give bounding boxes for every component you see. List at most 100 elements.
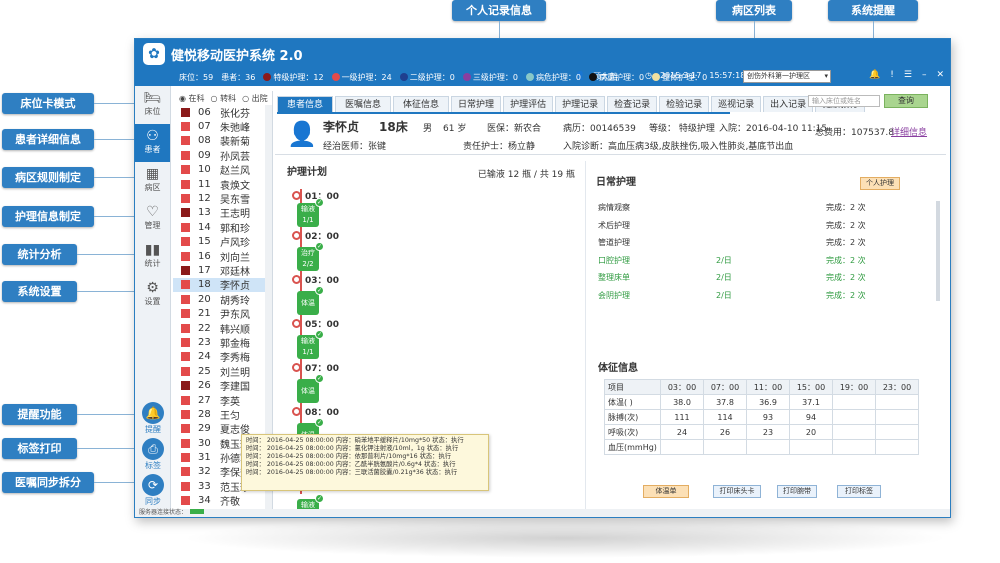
patient-row[interactable]: 24 李秀梅 bbox=[173, 350, 272, 364]
sidebar: 🛏 床位 ⚇ 患者 ▦ 病区 ♡ 管理 ▮▮ 统计 ⚙ 设置 🔔 提醒 ⎙ 标签 ⟳ 同步 bbox=[135, 86, 171, 509]
tab[interactable]: 患者信息 bbox=[277, 96, 334, 112]
patient-bed: 11 bbox=[198, 178, 211, 190]
patient-row[interactable]: 13 王志明 bbox=[173, 206, 272, 220]
level-label: 病危护理：0 bbox=[535, 72, 582, 82]
sidebar-label-print[interactable]: ⎙ 标签 bbox=[139, 438, 167, 471]
close-icon[interactable]: ✕ bbox=[936, 70, 944, 80]
sidebar-sync[interactable]: ⟳ 同步 bbox=[139, 474, 167, 507]
patient-name: 王志明 bbox=[220, 209, 250, 221]
care-cell: 完成：2 次 bbox=[826, 203, 866, 212]
care-row[interactable]: 口腔护理 2/日 完成：2 次 bbox=[598, 252, 888, 269]
sidebar-label: 提醒 bbox=[145, 425, 161, 434]
patient-row[interactable]: 09 孙凤芸 bbox=[173, 148, 272, 163]
care-cell: 术后护理 bbox=[598, 220, 630, 230]
task-card[interactable]: 体温✓ bbox=[297, 286, 324, 315]
patient-row[interactable]: 06 张化芬 bbox=[173, 105, 272, 120]
care-row[interactable]: 管道护理 完成：2 次 bbox=[598, 234, 888, 251]
tooltip-line: 时间： 2016-04-25 08:00:00 内容：三联活菌胶囊/0.21g*… bbox=[246, 469, 458, 476]
vitals-title: 体征信息 bbox=[598, 363, 638, 374]
care-level-stat: 特级护理：12 bbox=[263, 72, 324, 83]
radio-discharged[interactable]: ○ 出院 bbox=[242, 93, 268, 104]
patient-row[interactable]: 20 胡秀玲 bbox=[173, 292, 272, 307]
patient-name: 胡秀玲 bbox=[220, 295, 250, 307]
patient-row[interactable]: 15 卢风珍 bbox=[173, 235, 272, 249]
patient-row[interactable]: 21 尹东风 bbox=[173, 306, 272, 321]
tab[interactable]: 医嘱信息 bbox=[335, 96, 392, 112]
patients-count: 患者：36 bbox=[221, 72, 256, 82]
patient-bed: 16 bbox=[198, 250, 211, 262]
patient-row[interactable]: 22 韩兴顺 bbox=[173, 321, 272, 336]
table-cell: 114 bbox=[703, 409, 747, 425]
patient-bed: 24 bbox=[198, 351, 211, 363]
tab[interactable]: 出入记录 bbox=[763, 96, 814, 112]
sidebar-item-settings[interactable]: ⚙ 设置 bbox=[135, 276, 170, 314]
patient-row[interactable]: 27 李英 bbox=[173, 393, 272, 408]
check-icon: ✓ bbox=[315, 494, 324, 503]
callout-top: 个人记录信息 bbox=[452, 0, 546, 21]
tab[interactable]: 检验记录 bbox=[659, 96, 710, 112]
tab[interactable]: 巡视记录 bbox=[711, 96, 762, 112]
level-dot-icon bbox=[589, 72, 598, 81]
tab[interactable]: 体征信息 bbox=[393, 96, 450, 112]
tab-bar: 患者信息 医嘱信息 体征信息 日常护理 护理评估 护理记录 检查记录 检验记录 巡视记录 出入记录… bbox=[277, 94, 866, 114]
patient-row[interactable]: 17 邓廷林 bbox=[173, 263, 272, 278]
patient-row[interactable]: 28 王匀 bbox=[173, 407, 272, 422]
print-bed-card-button[interactable]: 打印床头卡 bbox=[713, 485, 761, 498]
patient-header: 👤 李怀贞 18床 男 61 岁 医保：新农合 病历：00146539 等级： … bbox=[275, 115, 946, 155]
temperature-chart-button[interactable]: 体温单 bbox=[643, 485, 689, 498]
patient-row[interactable]: 12 吴东雪 bbox=[173, 191, 272, 206]
sidebar-item-patients[interactable]: ⚇ 患者 bbox=[135, 124, 170, 162]
sidebar-item-manage[interactable]: ♡ 管理 bbox=[135, 200, 170, 238]
patient-row[interactable]: 11 袁焕文 bbox=[173, 177, 272, 192]
tab[interactable]: 检查记录 bbox=[607, 96, 658, 112]
patient-row[interactable]: 26 李建国 bbox=[173, 378, 272, 393]
table-row: 血压(mmHg) bbox=[604, 439, 919, 455]
patient-age: 61 岁 bbox=[443, 124, 467, 134]
patient-row[interactable]: 23 郭金梅 bbox=[173, 335, 272, 350]
table-row: 呼吸(次) 24 26 23 20 bbox=[604, 424, 919, 440]
connection-indicator bbox=[190, 509, 205, 514]
care-row[interactable]: 整理床单 2/日 完成：2 次 bbox=[598, 269, 888, 286]
care-row[interactable]: 术后护理 完成：2 次 bbox=[598, 217, 888, 234]
patient-row[interactable]: 18 李怀贞 bbox=[173, 277, 272, 292]
task-card[interactable]: 体温✓ bbox=[297, 374, 324, 403]
radio-transfer[interactable]: ○ 转科 bbox=[211, 93, 237, 104]
patient-row[interactable]: 10 赵兰风 bbox=[173, 163, 272, 177]
task-card[interactable]: 输液1/1✓ bbox=[297, 198, 324, 227]
search-button[interactable]: 查询 bbox=[884, 94, 928, 108]
tab[interactable]: 日常护理 bbox=[451, 96, 502, 112]
patient-bed: 28 bbox=[198, 408, 211, 420]
print-wristband-button[interactable]: 打印腕带 bbox=[777, 485, 817, 498]
care-row[interactable]: 病情观察 完成：2 次 bbox=[598, 199, 888, 216]
patient-row[interactable]: 34 齐敬 bbox=[173, 494, 272, 508]
search-input[interactable]: 输入床位或姓名 bbox=[808, 95, 880, 107]
sidebar-item-stats[interactable]: ▮▮ 统计 bbox=[135, 238, 170, 276]
table-cell bbox=[789, 439, 833, 455]
bell-icon[interactable]: 🔔 bbox=[869, 70, 880, 80]
care-row[interactable]: 会阴护理 2/日 完成：2 次 bbox=[598, 287, 888, 304]
tab[interactable]: 护理评估 bbox=[503, 96, 554, 112]
sidebar-item-ward[interactable]: ▦ 病区 bbox=[135, 162, 170, 200]
menu-icon[interactable]: ☰ bbox=[904, 70, 912, 80]
print-label-button[interactable]: 打印标签 bbox=[837, 485, 881, 498]
personal-care-button[interactable]: 个人护理 bbox=[860, 177, 900, 190]
ward-select[interactable]: 创伤外科第一护理区 ▾ bbox=[743, 70, 831, 83]
tooltip-line: 时间： 2016-04-25 08:00:00 内容：依那普利片/10mg*16… bbox=[246, 453, 452, 460]
sidebar-item-beds[interactable]: 🛏 床位 bbox=[135, 86, 170, 124]
patient-row[interactable]: 14 郭和珍 bbox=[173, 220, 272, 235]
patient-row[interactable]: 07 朱弛峰 bbox=[173, 119, 272, 134]
help-icon[interactable]: ! bbox=[890, 70, 894, 80]
task-card[interactable]: 输液1/1✓ bbox=[297, 330, 324, 359]
task-card[interactable]: 治疗 2/2 ✓ bbox=[297, 242, 324, 271]
patient-row[interactable]: 08 裴新菊 bbox=[173, 134, 272, 148]
patient-row[interactable]: 25 刘兰明 bbox=[173, 364, 272, 379]
patient-name: 刘向兰 bbox=[220, 252, 250, 264]
minimize-icon[interactable]: – bbox=[922, 70, 927, 80]
tab[interactable]: 护理记录 bbox=[555, 96, 606, 112]
sidebar-remind[interactable]: 🔔 提醒 bbox=[139, 402, 167, 435]
table-cell: 94 bbox=[789, 409, 833, 425]
radio-in-dept[interactable]: ◉ 在科 bbox=[179, 93, 205, 104]
patient-row[interactable]: 16 刘向兰 bbox=[173, 249, 272, 264]
daily-care-scrollbar[interactable] bbox=[936, 201, 940, 301]
detail-link[interactable]: 详细信息 bbox=[891, 125, 927, 138]
